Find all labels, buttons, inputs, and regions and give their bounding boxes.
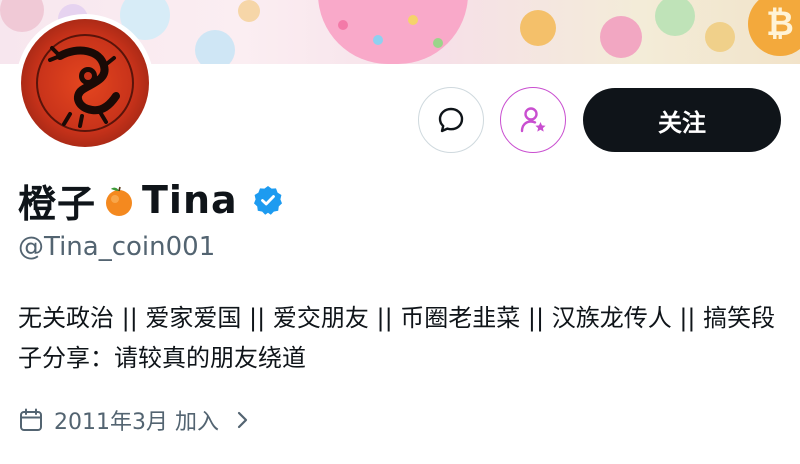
banner-decoration xyxy=(705,22,735,52)
subscribe-button[interactable] xyxy=(500,87,566,153)
user-handle: @Tina_coin001 xyxy=(18,232,216,262)
banner-decoration xyxy=(600,16,642,58)
joined-date-text: 2011年3月 加入 xyxy=(54,410,219,435)
display-name: 橙子 Tina xyxy=(18,173,238,228)
banner-decoration xyxy=(0,0,44,32)
follow-button[interactable]: 关注 xyxy=(583,88,781,152)
avatar[interactable] xyxy=(16,14,154,152)
display-name-row: 橙子 Tina xyxy=(18,172,284,228)
banner-decoration xyxy=(238,0,260,22)
bitcoin-coin-icon: ₿ xyxy=(748,0,800,56)
verified-badge-icon xyxy=(253,186,282,215)
chevron-right-icon xyxy=(237,411,248,429)
message-bubble-icon xyxy=(438,107,464,133)
dragon-avatar-image xyxy=(21,19,149,147)
orange-emoji-icon xyxy=(102,183,136,217)
banner-illustration xyxy=(318,0,468,64)
banner-decoration xyxy=(520,10,556,46)
display-name-prefix: 橙子 xyxy=(18,181,97,226)
banner-decoration xyxy=(195,30,235,64)
profile-page: ₿ 关注 橙子 Tina @Tina_coin001 无关政治 || 爱家爱国 … xyxy=(0,0,800,464)
person-star-icon xyxy=(520,107,546,133)
profile-bio: 无关政治 || 爱家爱国 || 爱交朋友 || 币圈老韭菜 || 汉族龙传人 |… xyxy=(18,304,776,372)
display-name-suffix: Tina xyxy=(142,178,238,222)
message-button[interactable] xyxy=(418,87,484,153)
joined-date[interactable]: 2011年3月 加入 xyxy=(18,400,253,440)
banner-decoration xyxy=(655,0,695,36)
calendar-icon xyxy=(20,408,42,431)
